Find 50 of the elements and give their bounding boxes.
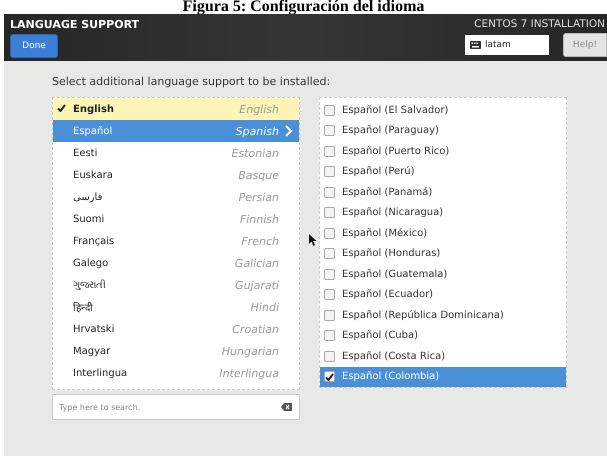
checkbox[interactable] bbox=[324, 125, 335, 136]
language-item[interactable]: Euskara Basque bbox=[53, 164, 299, 186]
keyboard-layout-field[interactable]: latam bbox=[465, 35, 549, 55]
checkbox[interactable] bbox=[324, 166, 335, 178]
locale-item[interactable]: Español (Panamá) bbox=[320, 182, 566, 202]
checkbox[interactable] bbox=[324, 350, 335, 362]
checkbox[interactable] bbox=[324, 310, 335, 321]
search-field[interactable]: Type here to search. bbox=[52, 394, 300, 420]
done-button[interactable]: Done bbox=[10, 34, 58, 58]
language-item[interactable]: Galego Galician bbox=[53, 252, 299, 274]
checkbox[interactable] bbox=[324, 330, 335, 342]
language-item[interactable]: हिन्दी Hindi bbox=[53, 296, 299, 318]
locale-item[interactable]: Español (República Dominicana) bbox=[320, 305, 566, 326]
language-item[interactable]: Eesti Estonian bbox=[53, 142, 299, 164]
locale-item[interactable]: Español (Guatemala) bbox=[320, 264, 566, 284]
checkbox[interactable] bbox=[324, 228, 335, 239]
checkbox[interactable] bbox=[324, 248, 335, 260]
mouse-pointer-icon bbox=[309, 234, 317, 246]
checkbox[interactable] bbox=[324, 268, 335, 280]
clear-icon[interactable] bbox=[281, 403, 292, 411]
checkbox[interactable] bbox=[324, 104, 335, 116]
keyboard-icon bbox=[470, 41, 481, 49]
locale-item[interactable]: Español (México) bbox=[320, 223, 566, 244]
language-item[interactable]: Hrvatski Croatian bbox=[53, 318, 299, 340]
checkbox[interactable] bbox=[324, 371, 335, 382]
language-item[interactable]: Interlingua Interlingua bbox=[53, 362, 299, 384]
check-icon bbox=[57, 104, 66, 112]
locale-item[interactable]: Español (Ecuador) bbox=[320, 284, 566, 305]
locale-item[interactable]: Español (El Salvador) bbox=[320, 100, 566, 120]
locale-item[interactable]: Español (Nicaragua) bbox=[320, 202, 566, 223]
figure-caption: Figura 5: Configuración del idioma bbox=[182, 0, 424, 14]
chevron-right-icon bbox=[283, 125, 293, 137]
locale-item[interactable]: Español (Costa Rica) bbox=[320, 346, 566, 366]
language-item[interactable]: ગુજરાતી Gujarati bbox=[53, 274, 299, 296]
locale-item[interactable]: Español (Paraguay) bbox=[320, 120, 566, 141]
language-item[interactable]: Français French bbox=[53, 230, 299, 252]
language-item[interactable]: Magyar Hungarian bbox=[53, 340, 299, 362]
locale-item[interactable]: Español (Honduras) bbox=[320, 244, 566, 264]
language-item[interactable]: Suomi Finnish bbox=[53, 208, 299, 230]
checkbox[interactable] bbox=[324, 186, 335, 198]
language-item[interactable]: English English bbox=[53, 98, 299, 120]
instruction-text: Select additional language support to be installed: bbox=[52, 75, 332, 88]
locale-item[interactable]: Español (Perú) bbox=[320, 162, 566, 182]
checkbox[interactable] bbox=[324, 146, 335, 157]
product-title: CENTOS 7 INSTALLATION bbox=[474, 18, 605, 30]
locale-item[interactable]: Español (Puerto Rico) bbox=[320, 141, 566, 162]
screen-title: LANGUAGE SUPPORT bbox=[10, 18, 140, 31]
checkbox[interactable] bbox=[324, 207, 335, 218]
locale-item[interactable]: Español (Cuba) bbox=[320, 326, 566, 346]
checkbox[interactable] bbox=[324, 289, 335, 300]
